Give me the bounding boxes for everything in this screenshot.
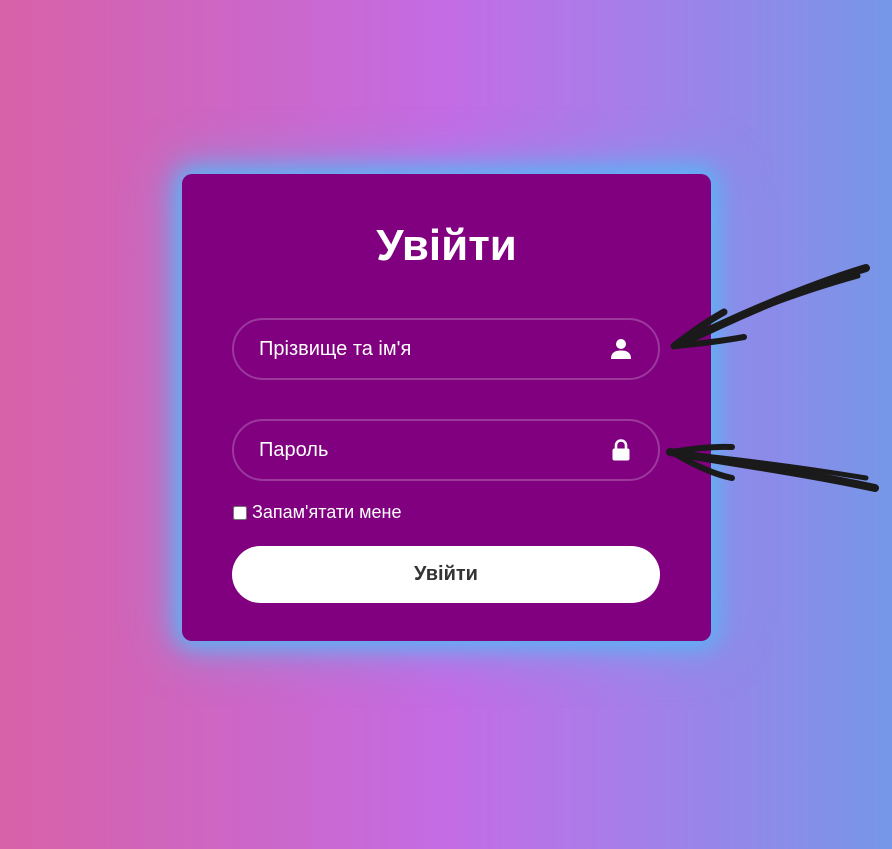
password-input[interactable] (234, 421, 658, 479)
remember-me[interactable]: Запам'ятати мене (232, 502, 402, 523)
remember-me-label: Запам'ятати мене (252, 502, 402, 522)
login-title: Увійти (376, 221, 517, 270)
login-card: Увійти Запам'ятати мене Увійти (182, 174, 711, 641)
username-field[interactable] (232, 318, 660, 380)
username-input[interactable] (234, 320, 658, 378)
remember-me-checkbox[interactable] (233, 505, 247, 520)
user-icon (610, 337, 632, 361)
login-button[interactable]: Увійти (232, 546, 660, 603)
lock-icon (610, 438, 632, 462)
password-field[interactable] (232, 419, 660, 481)
